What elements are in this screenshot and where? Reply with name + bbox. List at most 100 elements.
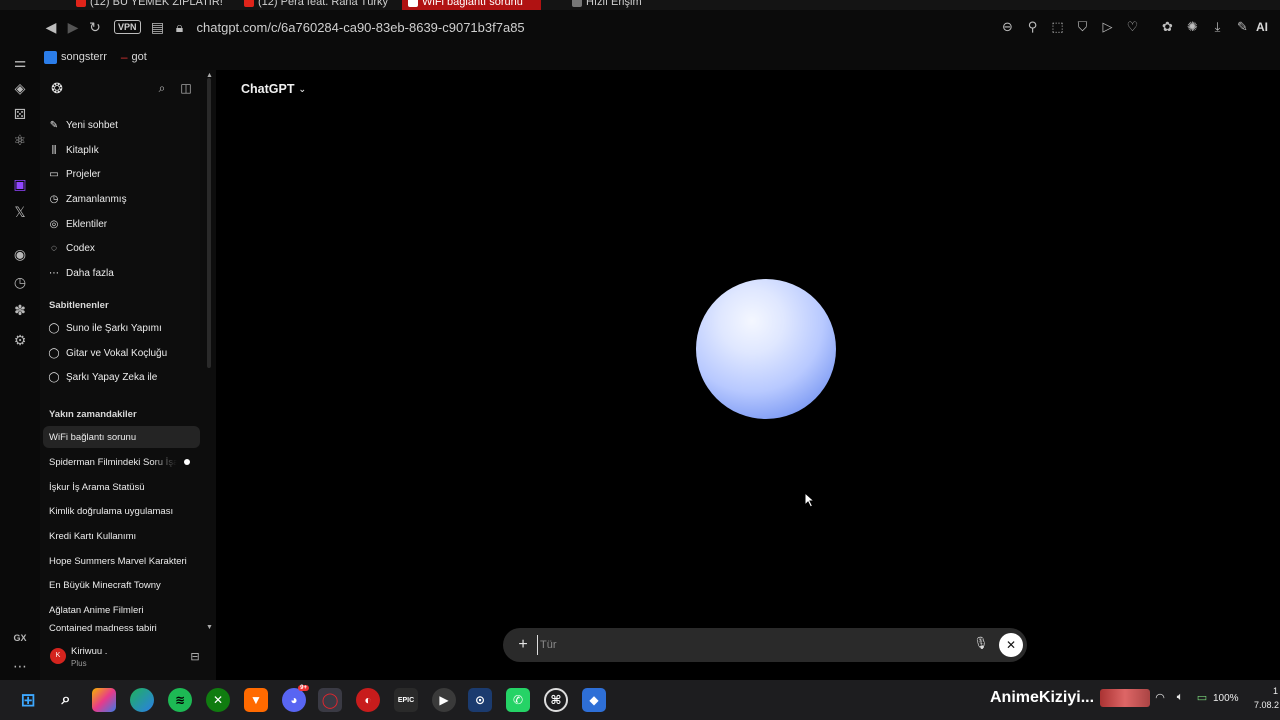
recent-chat-item[interactable]: Hope Summers Marvel Karakteri [43, 550, 200, 572]
extensions-icon[interactable]: ✿ [1156, 16, 1179, 38]
opera-gx-icon[interactable]: ◯ [318, 688, 342, 712]
search-icon[interactable]: ⌕ [154, 80, 170, 96]
sidebar-toggle-icon[interactable]: ◫ [178, 80, 194, 96]
reload-icon[interactable]: ↻ [84, 16, 106, 38]
menu-more[interactable]: ⋯ Daha fazla [48, 262, 208, 284]
gx-label[interactable]: GX [10, 628, 30, 648]
menu-library[interactable]: ⫼ Kitaplık [48, 139, 208, 161]
media-title[interactable]: AnimeKiziyi... [990, 689, 1094, 707]
whatsapp-icon[interactable]: ✆ [506, 688, 530, 712]
media-player-icon[interactable]: ▶ [432, 688, 456, 712]
menu-scheduled[interactable]: ◷ Zamanlanmış [48, 188, 208, 210]
chat-sidebar: ❂ ⌕ ◫ ✎ Yeni sohbet ⫼ Kitaplık ▭ Projeler ◷… [40, 70, 216, 680]
url-field[interactable]: chatgpt.com/c/6a760284-ca90-83eb-8639-c9… [197, 20, 525, 35]
pinned-header: Sabitlenenler [49, 300, 109, 311]
menu-codex[interactable]: ◌ Codex [48, 237, 208, 259]
xbox-icon[interactable]: ✕ [206, 688, 230, 712]
microphone-icon[interactable]: 🎙︎ [973, 636, 989, 654]
brave-icon[interactable]: ▼ [244, 688, 268, 712]
menu-apps[interactable]: ◎ Eklentiler [48, 213, 208, 235]
ai-icon[interactable]: ✎ [1231, 16, 1254, 38]
recent-chat-item[interactable]: Contained madness tabiri [43, 623, 200, 635]
plus-icon[interactable]: + [513, 635, 533, 655]
pinned-item[interactable]: ◯ Gitar ve Vokal Koçluğu [48, 342, 208, 364]
close-voice-button[interactable]: ✕ [999, 633, 1023, 657]
x-icon[interactable]: 𝕏 [10, 202, 30, 222]
game-launcher-icon[interactable]: ◐ [356, 688, 380, 712]
more-icon[interactable]: ⋯ [10, 656, 30, 676]
page-info-icon[interactable]: ▤ [147, 16, 169, 38]
navigator-icon[interactable]: ◈ [10, 78, 30, 98]
tab-active-chatgpt[interactable]: WiFi bağlantı sorunu [402, 0, 541, 10]
model-selector[interactable]: ChatGPT ⌄ [241, 82, 306, 96]
tab-strip: (12) BU YEMEK ZIPLATIR! (12) Pera feat. … [0, 0, 1280, 10]
media-thumbnail[interactable] [1100, 689, 1150, 707]
pin-icon[interactable]: ⚲ [1021, 16, 1044, 38]
composer: + 🎙︎ ✕ [503, 628, 1027, 662]
clock-icon: ◷ [49, 193, 59, 205]
spotify-icon[interactable]: ≋ [168, 688, 192, 712]
zoom-icon[interactable]: ⊖ [996, 16, 1019, 38]
steam-icon[interactable]: ⊙ [468, 688, 492, 712]
kodi-icon[interactable]: ◆ [582, 688, 606, 712]
search-icon[interactable]: ⌕ [54, 688, 78, 712]
tab-youtube-1[interactable]: (12) BU YEMEK ZIPLATIR! [76, 0, 223, 10]
recent-chat-item[interactable]: En Büyük Minecraft Towny [43, 574, 200, 596]
openai-logo-icon[interactable]: ❂ [49, 80, 65, 96]
wifi-icon[interactable]: ◠ [1152, 691, 1168, 707]
app-icon[interactable]: ⌘ [544, 688, 568, 712]
volume-icon[interactable]: 🔈︎ [1172, 691, 1188, 707]
composer-input[interactable] [537, 635, 957, 655]
scrollbar-thumb[interactable] [207, 78, 211, 368]
copilot-icon[interactable] [92, 688, 116, 712]
snapshot-icon[interactable]: ⬚ [1046, 16, 1069, 38]
recent-chat-item[interactable]: Ağlatan Anime Filmleri [43, 599, 200, 621]
vpn-badge[interactable]: VPN [114, 20, 141, 34]
settings-icon[interactable]: ⚙ [10, 330, 30, 350]
bookmark-got[interactable]: – got [121, 50, 147, 64]
recent-header: Yakın zamandakiler [49, 409, 137, 420]
recent-chat-item-active[interactable]: WiFi bağlantı sorunu [43, 426, 200, 448]
user-profile[interactable]: K Kiriwuu . Plus ⊟ [40, 642, 216, 672]
spotify-icon[interactable]: ◉ [10, 244, 30, 264]
back-icon[interactable]: ◀ [40, 16, 62, 38]
more-icon: ⋯ [49, 267, 59, 279]
recent-chat-item[interactable]: Kimlik doğrulama uygulaması [43, 500, 200, 522]
tab-speed-dial[interactable]: Hızlı Erişim [572, 0, 642, 10]
bookmark-songsterr[interactable]: songsterr [44, 50, 107, 64]
clock-date[interactable]: 7.08.2 [1254, 700, 1279, 710]
forward-icon[interactable]: ▶ [62, 16, 84, 38]
atom-icon[interactable]: ⚛ [10, 130, 30, 150]
send-icon[interactable]: ▷ [1096, 16, 1119, 38]
dice-icon[interactable]: ⚄ [10, 104, 30, 124]
ai-label[interactable]: AI [1256, 20, 1280, 34]
sidebar-scrollbar[interactable] [206, 78, 212, 368]
recent-chat-item[interactable]: Kredi Kartı Kullanımı [43, 525, 200, 547]
epic-games-icon[interactable]: EPIC [394, 688, 418, 712]
gift-icon[interactable]: ⊟ [188, 650, 202, 664]
recent-chat-item[interactable]: İşkur İş Arama Statüsü [43, 476, 200, 498]
heart-icon[interactable]: ♡ [1121, 16, 1144, 38]
shield-icon[interactable]: ⛉ [1071, 16, 1094, 38]
pinned-item[interactable]: ◯ Şarkı Yapay Zeka ile [48, 366, 208, 388]
menu-projects[interactable]: ▭ Projeler [48, 163, 208, 185]
windows-start-icon[interactable]: ⊞ [16, 688, 40, 712]
chevron-down-icon: ⌄ [298, 83, 307, 94]
history-icon[interactable]: ◷ [10, 272, 30, 292]
discord-icon[interactable]: ◕ 9+ [282, 685, 309, 712]
theme-icon[interactable]: ✺ [1181, 16, 1204, 38]
menu-new-chat[interactable]: ✎ Yeni sohbet [48, 114, 208, 136]
dash-icon: – [120, 50, 128, 64]
pinned-item[interactable]: ◯ Suno ile Şarkı Yapımı [48, 317, 208, 339]
clock-time[interactable]: 1 [1273, 686, 1278, 696]
edge-icon[interactable] [130, 688, 154, 712]
tab-youtube-2[interactable]: (12) Pera feat. Rana Türky [244, 0, 388, 10]
battery-icon[interactable]: ▭ [1194, 691, 1210, 707]
scroll-down-arrow[interactable]: ▼ [206, 624, 213, 631]
lock-icon[interactable]: 🔒︎ [169, 16, 191, 38]
recent-chat-item[interactable]: Spiderman Filmindeki Soru İşareti [43, 451, 200, 473]
twitch-icon[interactable]: ▣ [10, 174, 30, 194]
sidebar-toggle-icon[interactable]: ⚌ [10, 52, 30, 72]
extensions-icon[interactable]: ✽ [10, 300, 30, 320]
download-icon[interactable]: ⤓ [1206, 16, 1229, 38]
